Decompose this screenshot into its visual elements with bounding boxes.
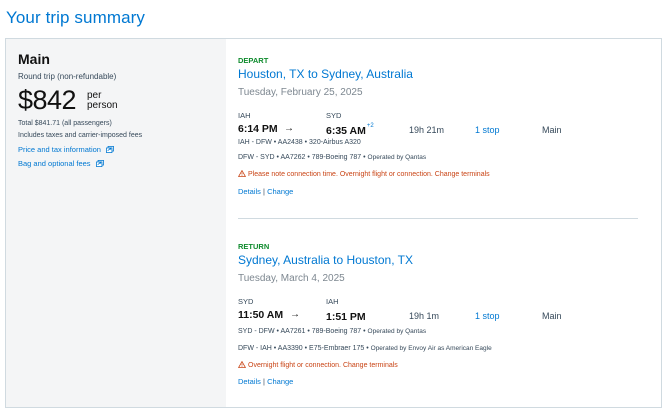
total-price: Total $841.71 (all passengers): [18, 120, 112, 127]
cabin-title: Main: [18, 51, 50, 67]
warning-text: Please note connection time. Overnight f…: [248, 171, 490, 178]
duration: 19h 1m: [409, 311, 440, 321]
depart-time: 6:14 PM: [238, 123, 278, 135]
segment-label: DEPART: [238, 56, 269, 65]
operated-by: Operated by Qantas: [367, 328, 427, 335]
flight-leg: DFW - IAH • AA3390 • E75-Embraer 175 • O…: [238, 345, 492, 352]
leg-info: DFW - IAH • AA3390 • E75-Embraer 175 •: [238, 345, 369, 352]
segment-route: Houston, TX to Sydney, Australia: [238, 67, 413, 81]
stops-link[interactable]: 1 stop: [475, 125, 500, 135]
arrive-time: 6:35 AM+2: [326, 123, 374, 137]
price-tax-link[interactable]: Price and tax information: [18, 145, 114, 154]
operated-by: Operated by Qantas: [367, 154, 427, 161]
leg-info: IAH - DFW • AA2438 • 320-Airbus A320: [238, 139, 361, 146]
arrow-right-icon: →: [284, 123, 294, 134]
stops-link[interactable]: 1 stop: [475, 311, 500, 321]
return-segment: RETURN Sydney, Australia to Houston, TX …: [238, 241, 638, 391]
segment-divider: [238, 218, 638, 219]
operated-by: Operated by Envoy Air as American Eagle: [370, 345, 492, 352]
origin-code: IAH: [238, 111, 251, 120]
price-summary-panel: Main Round trip (non-refundable) $842 pe…: [6, 39, 226, 407]
segment-actions: Details | Change: [238, 187, 293, 196]
flight-leg: DFW - SYD • AA7262 • 789-Boeing 787 • Op…: [238, 154, 426, 161]
segment-cabin: Main: [542, 125, 562, 135]
arrow-right-icon: →: [290, 309, 300, 320]
warning-text: Overnight flight or connection. Change t…: [248, 362, 398, 369]
connection-warning: Please note connection time. Overnight f…: [238, 170, 490, 178]
leg-info: SYD - DFW • AA7261 • 789-Boeing 787 •: [238, 328, 366, 335]
external-link-icon: [95, 160, 104, 167]
leg-info: DFW - SYD • AA7262 • 789-Boeing 787 •: [238, 154, 366, 161]
price-tax-link-label: Price and tax information: [18, 145, 101, 154]
origin-code: SYD: [238, 297, 254, 306]
segment-date: Tuesday, February 25, 2025: [238, 87, 363, 98]
segment-route: Sydney, Australia to Houston, TX: [238, 253, 413, 267]
warning-icon: [238, 361, 246, 368]
includes-note: Includes taxes and carrier-imposed fees: [18, 132, 143, 139]
segment-label: RETURN: [238, 242, 270, 251]
bag-fees-link-label: Bag and optional fees: [18, 159, 91, 168]
flight-leg: SYD - DFW • AA7261 • 789-Boeing 787 • Op…: [238, 328, 426, 335]
arrive-time-value: 1:51 PM: [326, 311, 366, 323]
details-link[interactable]: Details: [238, 377, 261, 386]
separator: |: [263, 187, 265, 196]
trip-type: Round trip (non-refundable): [18, 72, 117, 81]
flight-leg: IAH - DFW • AA2438 • 320-Airbus A320: [238, 139, 361, 146]
separator: |: [263, 377, 265, 386]
connection-warning: Overnight flight or connection. Change t…: [238, 361, 398, 369]
details-link[interactable]: Details: [238, 187, 261, 196]
segment-actions: Details | Change: [238, 377, 293, 386]
warning-icon: [238, 170, 246, 177]
arrive-time-value: 6:35 AM: [326, 125, 366, 137]
depart-time: 11:50 AM: [238, 309, 284, 321]
external-link-icon: [106, 146, 114, 153]
bag-fees-link[interactable]: Bag and optional fees: [18, 159, 104, 168]
segment-date: Tuesday, March 4, 2025: [238, 273, 345, 284]
depart-segment: DEPART Houston, TX to Sydney, Australia …: [238, 55, 638, 205]
change-link[interactable]: Change: [267, 377, 293, 386]
price-per-person: $842: [18, 85, 77, 115]
duration: 19h 21m: [409, 125, 445, 135]
arrive-time: 1:51 PM: [326, 309, 367, 323]
change-link[interactable]: Change: [267, 187, 293, 196]
day-offset: +2: [366, 123, 374, 129]
destination-code: SYD: [326, 111, 342, 120]
segment-cabin: Main: [542, 311, 562, 321]
page-title: Your trip summary: [6, 8, 146, 27]
person-label: person: [87, 100, 118, 111]
destination-code: IAH: [326, 297, 339, 306]
